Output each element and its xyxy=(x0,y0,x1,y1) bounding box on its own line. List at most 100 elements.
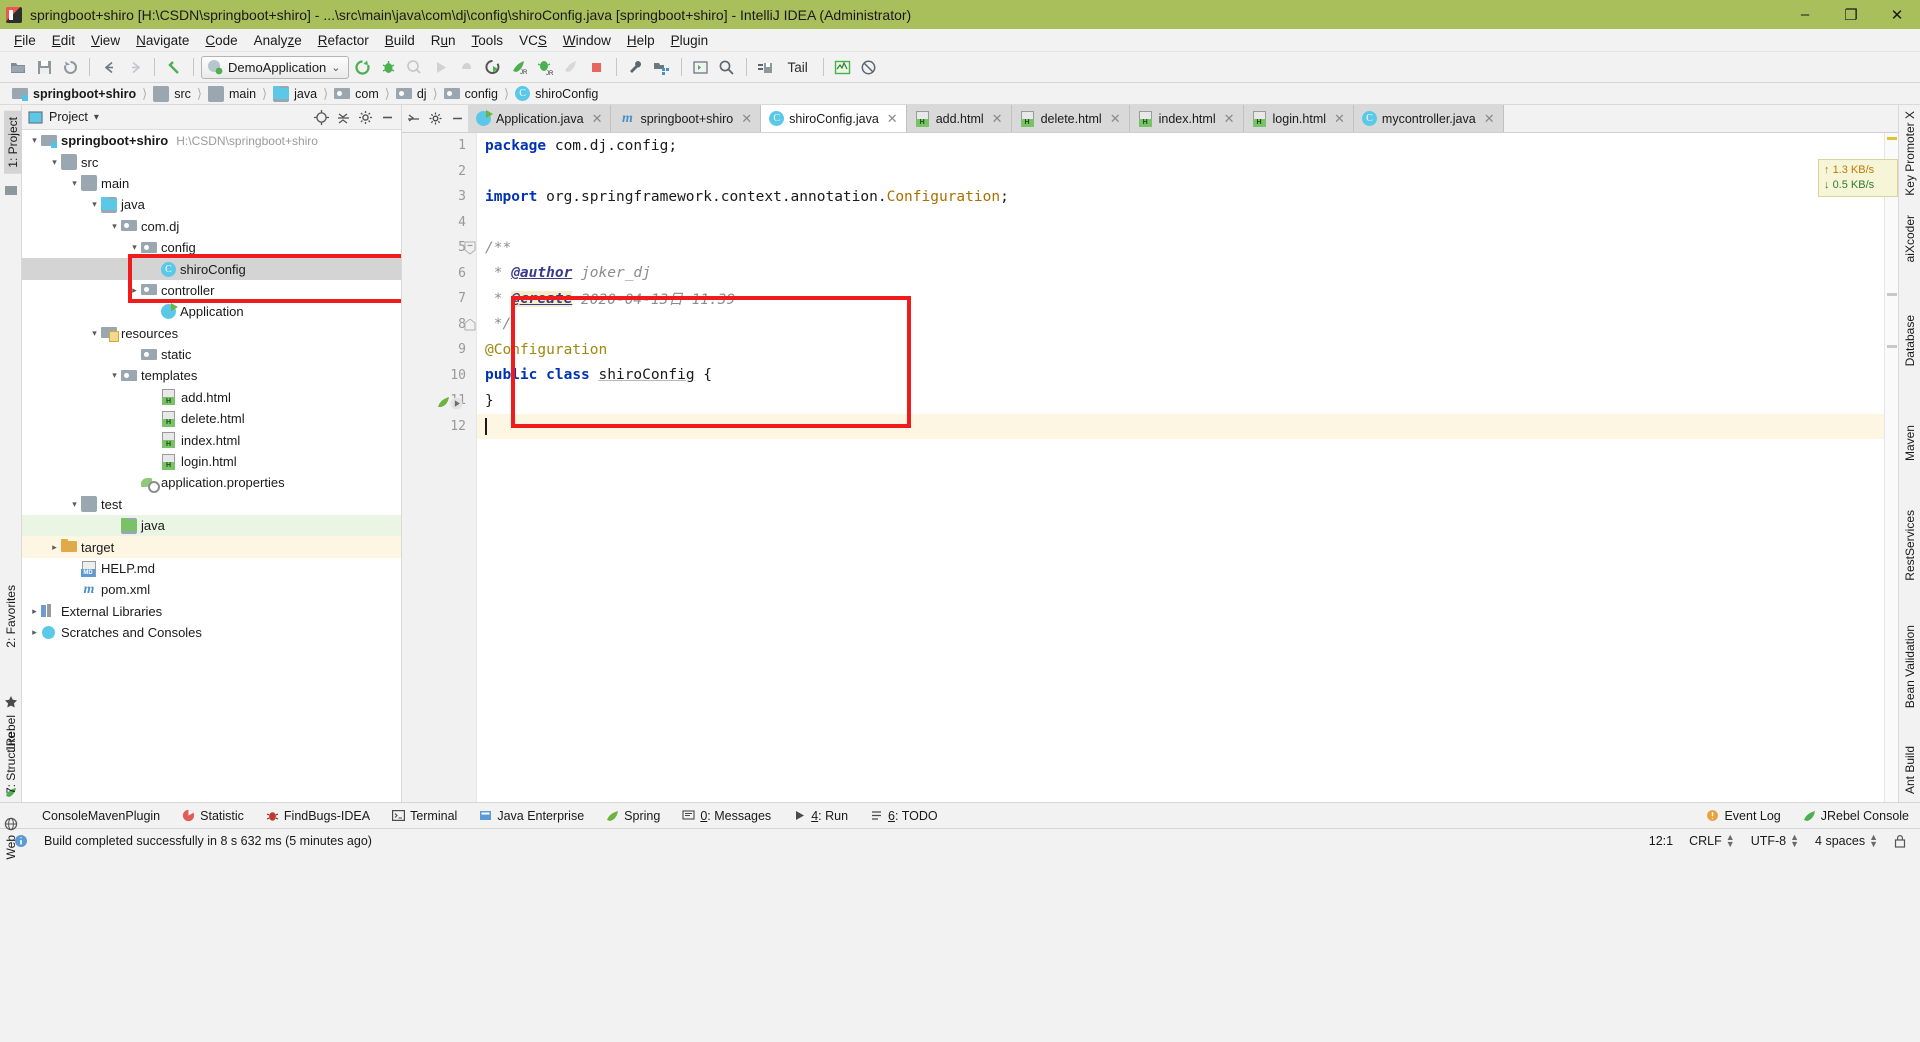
chevron-expanded-icon[interactable]: ▾ xyxy=(108,221,121,232)
chevron-down-icon[interactable]: ▾ xyxy=(94,112,99,123)
breadcrumb-item-dj[interactable]: dj xyxy=(392,86,431,102)
forward-icon[interactable] xyxy=(123,55,147,79)
coverage-icon[interactable] xyxy=(403,55,427,79)
chevron-expanded-icon[interactable]: ▾ xyxy=(28,135,41,146)
editor-tab-login-html[interactable]: login.html ✕ xyxy=(1243,105,1354,132)
breadcrumb-item-config[interactable]: config xyxy=(440,86,502,102)
menu-plugin[interactable]: Plugin xyxy=(663,31,717,50)
tree-row-help-md[interactable]: HELP.md xyxy=(22,558,401,579)
tree-row-test[interactable]: ▾ test xyxy=(22,494,401,515)
tree-row-add-html[interactable]: add.html xyxy=(22,387,401,408)
editor-tab-application-java[interactable]: Application.java ✕ xyxy=(468,105,612,132)
breadcrumb-item-class[interactable]: C shiroConfig xyxy=(511,86,602,101)
menu-window[interactable]: Window xyxy=(555,31,619,50)
close-icon[interactable]: ✕ xyxy=(1484,111,1495,127)
tree-row-test-java[interactable]: java xyxy=(22,515,401,537)
sync-icon[interactable] xyxy=(58,55,82,79)
chevron-collapsed-icon[interactable]: ▸ xyxy=(48,542,61,553)
toolwindow-run[interactable]: 4: Run xyxy=(782,803,859,828)
chevron-expanded-icon[interactable]: ▾ xyxy=(48,157,61,168)
rerun-icon[interactable] xyxy=(351,55,375,79)
menu-tools[interactable]: Tools xyxy=(464,31,512,50)
file-encoding[interactable]: UTF-8 ▲ ▼ xyxy=(1743,832,1807,848)
tree-row-pom-xml[interactable]: m pom.xml xyxy=(22,579,401,600)
tree-row-application[interactable]: Application xyxy=(22,301,401,322)
chevron-collapsed-icon[interactable]: ▸ xyxy=(28,606,41,617)
open-project-icon[interactable] xyxy=(6,55,30,79)
menu-edit[interactable]: Edit xyxy=(44,31,83,50)
tree-row-static[interactable]: static xyxy=(22,344,401,365)
tree-row-config[interactable]: ▾ config xyxy=(22,237,401,258)
tree-row-target[interactable]: ▸ target xyxy=(22,536,401,558)
editor-tab-mycontroller-java[interactable]: C mycontroller.java ✕ xyxy=(1353,105,1504,132)
tree-row-external-libraries[interactable]: ▸ External Libraries xyxy=(22,601,401,622)
spring-bean-gutter-icon[interactable] xyxy=(436,395,451,410)
tree-row-delete-html[interactable]: delete.html xyxy=(22,408,401,429)
caret-position[interactable]: 12:1 xyxy=(1641,834,1681,848)
project-tree[interactable]: ▾ springboot+shiro H:\CSDN\springboot+sh… xyxy=(22,130,401,802)
maximize-button[interactable]: ❐ xyxy=(1828,0,1874,29)
menu-help[interactable]: Help xyxy=(619,31,663,50)
run-configuration-selector[interactable]: DemoApplication ⌄ xyxy=(201,55,349,79)
close-icon[interactable]: ✕ xyxy=(992,111,1003,127)
tabs-collapse-icon[interactable] xyxy=(402,105,424,132)
sidebar-tab-aixcoder[interactable]: aiXcoder xyxy=(1903,215,1917,262)
tree-row-scratches[interactable]: ▸ Scratches and Consoles xyxy=(22,622,401,643)
toolwindow-java-enterprise[interactable]: Java Enterprise xyxy=(468,803,595,828)
sidebar-tab-ant-build[interactable]: Ant Build xyxy=(1903,746,1917,794)
breadcrumb-item-module[interactable]: springboot+shiro xyxy=(8,86,140,102)
disabled-icon[interactable] xyxy=(857,55,881,79)
close-icon[interactable]: ✕ xyxy=(1224,111,1235,127)
menu-code[interactable]: Code xyxy=(197,31,245,50)
editor-tab-shiroconfig-java[interactable]: C shiroConfig.java ✕ xyxy=(761,105,907,132)
menu-view[interactable]: View xyxy=(83,31,128,50)
tail-button[interactable]: Tail xyxy=(780,60,816,75)
search-everywhere-icon[interactable] xyxy=(715,55,739,79)
marker-warning[interactable] xyxy=(1887,137,1897,140)
tree-row-controller[interactable]: ▸ controller xyxy=(22,280,401,301)
menu-run[interactable]: Run xyxy=(423,31,464,50)
tree-row-templates[interactable]: ▾ templates xyxy=(22,365,401,386)
menu-file[interactable]: File xyxy=(6,31,44,50)
tree-row-module[interactable]: ▾ springboot+shiro H:\CSDN\springboot+sh… xyxy=(22,130,401,151)
sidebar-tab-restservices[interactable]: RestServices xyxy=(1903,510,1917,581)
tree-row-java[interactable]: ▾ java xyxy=(22,194,401,215)
settings-icon[interactable] xyxy=(624,55,648,79)
close-button[interactable]: ✕ xyxy=(1874,0,1920,29)
toolwindow-event-log[interactable]: Event Log xyxy=(1695,803,1791,828)
sidebar-tab-database[interactable]: Database xyxy=(1903,315,1917,366)
breadcrumb-item-com[interactable]: com xyxy=(330,86,383,102)
breadcrumb-item-main[interactable]: main xyxy=(204,85,260,102)
editor-tab-index-html[interactable]: index.html ✕ xyxy=(1129,105,1244,132)
toolwindow-findbugs-idea[interactable]: FindBugs-IDEA xyxy=(255,803,381,828)
back-icon[interactable] xyxy=(97,55,121,79)
tail-file-icon[interactable] xyxy=(754,55,778,79)
stop-icon[interactable] xyxy=(585,55,609,79)
toolwindow-jrebel-console[interactable]: JRebel Console xyxy=(1792,803,1920,828)
sidebar-tab-web[interactable]: Web xyxy=(4,835,18,859)
tree-row-resources[interactable]: ▾ resources xyxy=(22,323,401,344)
tree-row-shiroconfig[interactable]: C shiroConfig xyxy=(22,258,401,280)
code-fold-end-icon[interactable] xyxy=(464,319,476,331)
tree-row-src[interactable]: ▾ src xyxy=(22,151,401,172)
gear-icon[interactable] xyxy=(357,109,373,125)
chevron-collapsed-icon[interactable]: ▸ xyxy=(28,627,41,638)
toolwindow-todo[interactable]: 6: TODO xyxy=(859,803,949,828)
sidebar-tab-favorites[interactable]: 2: Favorites xyxy=(4,585,18,648)
jrebel-run-icon[interactable]: JR xyxy=(507,55,531,79)
tree-row-application-properties[interactable]: application.properties xyxy=(22,472,401,493)
close-icon[interactable]: ✕ xyxy=(887,111,898,127)
menu-build[interactable]: Build xyxy=(377,31,423,50)
hide-panel-icon[interactable] xyxy=(379,109,395,125)
stop-pause-icon[interactable] xyxy=(455,55,479,79)
toolwindow-spring[interactable]: Spring xyxy=(595,803,671,828)
menu-refactor[interactable]: Refactor xyxy=(310,31,377,50)
menu-analyze[interactable]: Analyze xyxy=(246,31,310,50)
toolwindow-messages[interactable]: 0: Messages xyxy=(671,803,782,828)
sidebar-tab-project[interactable]: 1: Project xyxy=(4,111,22,174)
lock-icon[interactable] xyxy=(1886,834,1914,848)
chevron-expanded-icon[interactable]: ▾ xyxy=(68,499,81,510)
editor-tab-delete-html[interactable]: delete.html ✕ xyxy=(1011,105,1130,132)
run-icon[interactable] xyxy=(429,55,453,79)
run-gutter-icon[interactable] xyxy=(450,397,463,410)
